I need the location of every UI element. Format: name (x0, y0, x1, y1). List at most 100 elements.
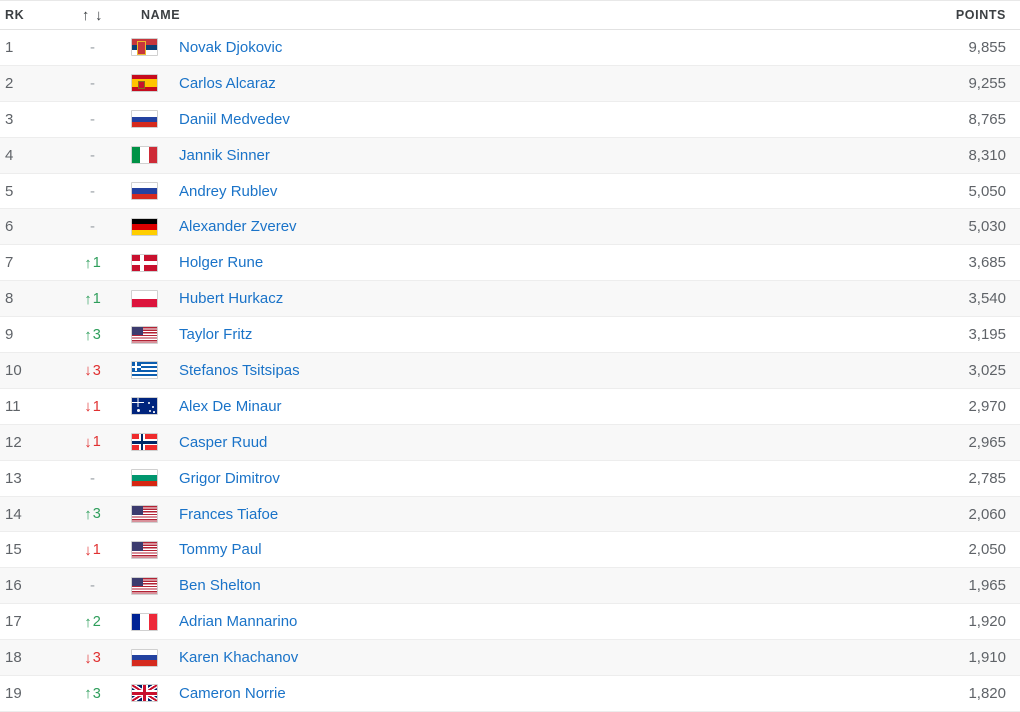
table-row[interactable]: 1 - Novak Djokovic 9,855 (0, 29, 1020, 66)
movement-none: - (90, 182, 95, 200)
name-cell: Hubert Hurkacz (120, 281, 876, 317)
points-cell: 1,920 (968, 613, 1006, 631)
movement-up: ↑ 2 (84, 615, 101, 630)
flag-icon-rus (131, 110, 158, 129)
player-name-link[interactable]: Daniil Medvedev (179, 111, 290, 128)
sort-arrows[interactable]: ↑ ↓ (82, 8, 103, 23)
arrow-up-icon: ↑ (84, 326, 92, 344)
player-name-link[interactable]: Hubert Hurkacz (179, 290, 283, 307)
player-name-link[interactable]: Cameron Norrie (179, 685, 286, 702)
name-cell: Grigor Dimitrov (120, 460, 876, 496)
table-row[interactable]: 17 ↑ 2 Adrian Mannarino 1,920 (0, 603, 1020, 640)
column-header-movement[interactable]: ↑ ↓ (65, 0, 120, 30)
table-row[interactable]: 16 - Ben Shelton 1,965 (0, 567, 1020, 604)
rank-cell: 18 (5, 649, 22, 667)
player-name-link[interactable]: Taylor Fritz (179, 326, 252, 343)
rank-cell: 4 (5, 146, 14, 164)
movement-cell: - (65, 101, 120, 137)
name-cell: Karen Khachanov (120, 640, 876, 676)
player-name-link[interactable]: Alex De Minaur (179, 398, 282, 415)
arrow-up-icon[interactable]: ↑ (82, 8, 90, 23)
flag-icon-pol (131, 289, 158, 308)
table-row[interactable]: 2 - Carlos Alcaraz 9,255 (0, 65, 1020, 102)
movement-up: ↑ 1 (84, 292, 101, 307)
flag-icon-den (131, 253, 158, 272)
points-cell: 2,965 (968, 433, 1006, 451)
table-row[interactable]: 14 ↑ 3 Frances Tiafoe 2,060 (0, 496, 1020, 532)
table-row[interactable]: 8 ↑ 1 Hubert Hurkacz 3,540 (0, 280, 1020, 317)
flag-icon-fra (131, 612, 158, 631)
table-row[interactable]: 11 ↓ 1 Alex De Minaur 2,970 (0, 388, 1020, 425)
rank-cell: 15 (5, 541, 22, 559)
rank-cell: 6 (5, 218, 14, 236)
table-row[interactable]: 6 - Alexander Zverev 5,030 (0, 208, 1020, 245)
table-row[interactable]: 10 ↓ 3 Stefanos Tsitsipas 3,025 (0, 352, 1020, 389)
player-name-link[interactable]: Alexander Zverev (179, 218, 297, 235)
player-name-link[interactable]: Casper Ruud (179, 434, 267, 451)
name-cell: Holger Rune (120, 245, 876, 281)
flag-icon-rus (131, 648, 158, 667)
name-cell: Stefanos Tsitsipas (120, 353, 876, 389)
movement-cell: ↑ 3 (65, 496, 120, 532)
movement-cell: - (65, 65, 120, 101)
player-name-link[interactable]: Stefanos Tsitsipas (179, 362, 300, 379)
flag-icon-usa (131, 325, 158, 344)
player-name-link[interactable]: Ben Shelton (179, 577, 261, 594)
movement-cell: ↓ 3 (65, 640, 120, 676)
movement-cell: ↓ 1 (65, 388, 120, 424)
table-row[interactable]: 18 ↓ 3 Karen Khachanov 1,910 (0, 639, 1020, 676)
table-row[interactable]: 4 - Jannik Sinner 8,310 (0, 137, 1020, 174)
flag-icon-nor (131, 433, 158, 452)
arrow-down-icon: ↓ (84, 434, 92, 452)
name-cell: Cameron Norrie (120, 676, 876, 712)
arrow-down-icon: ↓ (84, 541, 92, 559)
table-row[interactable]: 13 - Grigor Dimitrov 2,785 (0, 460, 1020, 497)
column-header-points[interactable]: POINTS (876, 0, 1020, 30)
player-name-link[interactable]: Carlos Alcaraz (179, 75, 276, 92)
points-cell: 9,855 (968, 38, 1006, 56)
rank-cell: 7 (5, 254, 14, 272)
player-name-link[interactable]: Andrey Rublev (179, 183, 277, 200)
table-row[interactable]: 7 ↑ 1 Holger Rune 3,685 (0, 244, 1020, 281)
column-header-rank[interactable]: RK (0, 0, 65, 30)
player-name-link[interactable]: Jannik Sinner (179, 147, 270, 164)
table-header: RK ↑ ↓ NAME POINTS (0, 0, 1020, 30)
flag-icon-gre (131, 361, 158, 380)
table-row[interactable]: 19 ↑ 3 Cameron Norrie 1,820 (0, 675, 1020, 712)
table-row[interactable]: 9 ↑ 3 Taylor Fritz 3,195 (0, 316, 1020, 353)
player-name-link[interactable]: Frances Tiafoe (179, 506, 278, 523)
player-name-link[interactable]: Novak Djokovic (179, 39, 282, 56)
movement-cell: - (65, 30, 120, 66)
points-cell: 2,785 (968, 469, 1006, 487)
player-name-link[interactable]: Tommy Paul (179, 541, 262, 558)
arrow-up-icon: ↑ (84, 254, 92, 272)
player-name-link[interactable]: Karen Khachanov (179, 649, 298, 666)
movement-value: 1 (92, 434, 101, 451)
arrow-down-icon: ↓ (84, 649, 92, 667)
rank-cell: 11 (5, 397, 21, 415)
points-cell: 1,965 (968, 577, 1006, 595)
movement-cell: ↑ 3 (65, 676, 120, 712)
player-name-link[interactable]: Grigor Dimitrov (179, 470, 280, 487)
movement-value: 2 (92, 613, 101, 630)
table-row[interactable]: 12 ↓ 1 Casper Ruud 2,965 (0, 424, 1020, 461)
movement-none: - (90, 577, 95, 595)
table-row[interactable]: 5 - Andrey Rublev 5,050 (0, 173, 1020, 209)
name-cell: Casper Ruud (120, 424, 876, 460)
movement-none: - (90, 218, 95, 236)
table-row[interactable]: 3 - Daniil Medvedev 8,765 (0, 101, 1020, 138)
name-cell: Jannik Sinner (120, 137, 876, 173)
column-header-name[interactable]: NAME (120, 0, 876, 30)
movement-down: ↓ 3 (84, 651, 101, 666)
movement-none: - (90, 38, 95, 56)
table-row[interactable]: 15 ↓ 1 Tommy Paul 2,050 (0, 531, 1020, 568)
rank-cell: 2 (5, 74, 14, 92)
arrow-down-icon[interactable]: ↓ (95, 8, 103, 23)
rank-cell: 19 (5, 684, 22, 702)
movement-none: - (90, 110, 95, 128)
points-cell: 1,910 (968, 649, 1006, 667)
movement-cell: ↑ 3 (65, 317, 120, 353)
player-name-link[interactable]: Holger Rune (179, 254, 263, 271)
rank-cell: 12 (5, 433, 22, 451)
player-name-link[interactable]: Adrian Mannarino (179, 613, 297, 630)
